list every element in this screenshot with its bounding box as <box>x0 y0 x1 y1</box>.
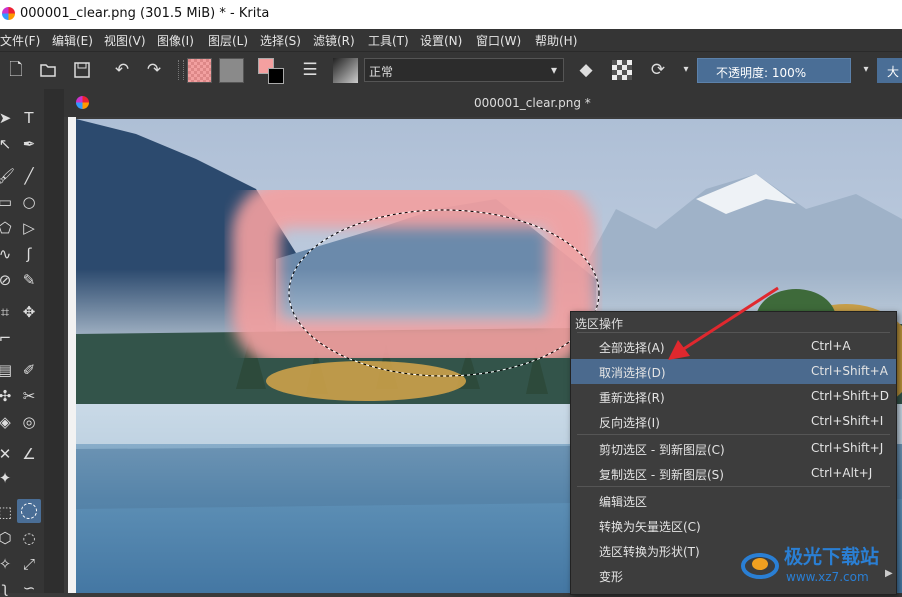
fill-tool-icon[interactable]: ◈ <box>0 413 14 431</box>
gradient-tool-icon[interactable]: ▤ <box>0 361 14 379</box>
title-bar: 000001_clear.png (301.5 MiB) * - Krita <box>0 0 902 29</box>
opacity-slider[interactable]: 不透明度: 100% <box>697 58 851 83</box>
redo-icon[interactable]: ↷ <box>144 60 164 80</box>
contiguous-selection-icon[interactable]: ✧ <box>0 555 14 573</box>
main-toolbar: 🗋 ↶ ↷ ☰ 正常 ▾ ◆ ⟳ ▾ 不透明度: 100% ▾ 大 <box>0 51 902 89</box>
document-icon <box>76 96 89 109</box>
menu-help[interactable]: 帮助(H) <box>535 32 577 49</box>
opacity-label: 不透明度: 100% <box>716 66 807 80</box>
menu-filter[interactable]: 滤镜(R) <box>313 32 355 49</box>
menu-separator <box>577 486 890 487</box>
polygonal-selection-icon[interactable]: ⬡ <box>0 529 14 547</box>
menu-bar: 文件(F) 编辑(E) 视图(V) 图像(I) 图层(L) 选择(S) 滤镜(R… <box>0 29 902 51</box>
window-title: 000001_clear.png (301.5 MiB) * - Krita <box>20 6 270 21</box>
blend-mode-select[interactable]: 正常 ▾ <box>364 58 564 82</box>
menu-layer[interactable]: 图层(L) <box>208 32 248 49</box>
reference-images-icon[interactable]: ✦ <box>0 469 14 487</box>
smart-patch-icon[interactable]: ✂ <box>20 387 38 405</box>
menu-item-cut-to-new-layer[interactable]: 剪切选区 - 到新图层(C) Ctrl+Shift+J <box>571 436 896 461</box>
menu-item-reselect[interactable]: 重新选择(R) Ctrl+Shift+D <box>571 384 896 409</box>
polygon-tool-icon[interactable]: ⬠ <box>0 219 14 237</box>
menu-item-edit-selection[interactable]: 编辑选区 <box>571 488 896 513</box>
new-document-icon[interactable]: 🗋 <box>6 60 26 80</box>
multibrush-icon[interactable]: ✎ <box>20 271 38 289</box>
document-tab-title[interactable]: 000001_clear.png * <box>474 96 591 110</box>
ellipse-tool-icon[interactable]: ○ <box>20 193 38 211</box>
reload-preset-icon[interactable]: ⟳ <box>648 60 668 80</box>
move-tool-icon[interactable]: ✥ <box>20 303 38 321</box>
select-shapes-icon[interactable]: ➤ <box>0 109 14 127</box>
menu-item-convert-to-vector[interactable]: 转换为矢量选区(C) <box>571 513 896 538</box>
menu-settings[interactable]: 设置(N) <box>420 32 462 49</box>
menu-tools[interactable]: 工具(T) <box>368 32 409 49</box>
undo-icon[interactable]: ↶ <box>112 60 132 80</box>
colorize-mask-icon[interactable]: ✣ <box>0 387 14 405</box>
color-picker-icon[interactable]: ✐ <box>20 361 38 379</box>
magnetic-selection-icon[interactable]: ∽ <box>20 579 38 597</box>
menu-file[interactable]: 文件(F) <box>0 32 40 49</box>
eraser-icon[interactable]: ◆ <box>576 60 596 80</box>
rectangular-selection-icon[interactable]: ⬚ <box>0 503 14 521</box>
size-slider[interactable]: 大 <box>877 58 902 83</box>
menu-edit[interactable]: 编辑(E) <box>52 32 93 49</box>
canvas-border <box>68 117 76 593</box>
size-label: 大 <box>887 65 900 79</box>
watermark-url: www.xz7.com <box>786 570 869 584</box>
watermark: 极光下载站 www.xz7.com <box>740 540 902 590</box>
chevron-down-icon[interactable]: ▾ <box>676 60 696 80</box>
dock-splitter[interactable] <box>44 89 64 593</box>
similar-color-selection-icon[interactable]: ⤢ <box>20 555 38 573</box>
line-tool-icon[interactable]: ╱ <box>20 167 38 185</box>
freehand-brush-icon[interactable]: 🖌 <box>0 167 15 185</box>
gradient-swatch[interactable] <box>187 58 212 83</box>
menu-item-invert-selection[interactable]: 反向选择(I) Ctrl+Shift+I <box>571 409 896 434</box>
bezier-tool-icon[interactable]: ∿ <box>0 245 14 263</box>
elliptical-selection-icon[interactable] <box>17 499 41 523</box>
watermark-logo-icon <box>741 553 779 579</box>
open-folder-icon[interactable] <box>38 60 58 80</box>
enclose-fill-icon[interactable]: ◎ <box>20 413 38 431</box>
measure-tool-icon[interactable]: ∠ <box>20 445 38 463</box>
watermark-title: 极光下载站 <box>784 546 880 568</box>
menu-separator <box>577 434 890 435</box>
freehand-path-icon[interactable]: ʃ <box>20 245 38 263</box>
edit-shapes-icon[interactable]: ↖ <box>0 135 14 153</box>
polyline-tool-icon[interactable]: ▷ <box>20 219 38 237</box>
menu-select[interactable]: 选择(S) <box>260 32 301 49</box>
menu-item-copy-to-new-layer[interactable]: 复制选区 - 到新图层(S) Ctrl+Alt+J <box>571 461 896 486</box>
transform-tool-icon[interactable]: ⌐ <box>0 329 14 347</box>
pattern-swatch[interactable] <box>219 58 244 83</box>
freehand-selection-icon[interactable]: ◌ <box>20 529 38 547</box>
preserve-alpha-icon[interactable] <box>612 60 632 80</box>
krita-app-icon <box>2 7 15 20</box>
annotation-arrow-icon <box>668 286 779 360</box>
crop-tool-icon[interactable]: ⌗ <box>0 303 14 321</box>
text-tool-icon[interactable]: T <box>20 109 38 127</box>
rectangle-tool-icon[interactable]: ▭ <box>0 193 14 211</box>
menu-view[interactable]: 视图(V) <box>104 32 146 49</box>
save-icon[interactable] <box>72 60 92 80</box>
document-tab-bar: 000001_clear.png * <box>64 89 902 117</box>
dynamic-brush-icon[interactable]: ⊘ <box>0 271 14 289</box>
bezier-selection-icon[interactable]: ʅ <box>0 579 14 597</box>
brush-settings-icon[interactable]: ☰ <box>300 60 320 80</box>
brush-preset-icon[interactable] <box>333 58 358 83</box>
toolbar-separator <box>178 60 184 80</box>
calligraphy-icon[interactable]: ✒ <box>20 135 38 153</box>
toolbox: ➤ T ↖ ✒ 🖌 ╱ ▭ ○ ⬠ ▷ ∿ ʃ ⊘ ✎ ⌗ ✥ ⌐ ▤ ✐ ✣ … <box>0 89 44 597</box>
assistant-tool-icon[interactable]: ✕ <box>0 445 14 463</box>
chevron-down-icon: ▾ <box>550 63 557 77</box>
color-selector-icon[interactable] <box>258 58 284 84</box>
blend-mode-value: 正常 <box>369 65 394 79</box>
chevron-down-icon[interactable]: ▾ <box>856 60 876 80</box>
menu-image[interactable]: 图像(I) <box>157 32 194 49</box>
context-menu-header: 选区操作 <box>575 317 624 331</box>
menu-window[interactable]: 窗口(W) <box>476 32 521 49</box>
